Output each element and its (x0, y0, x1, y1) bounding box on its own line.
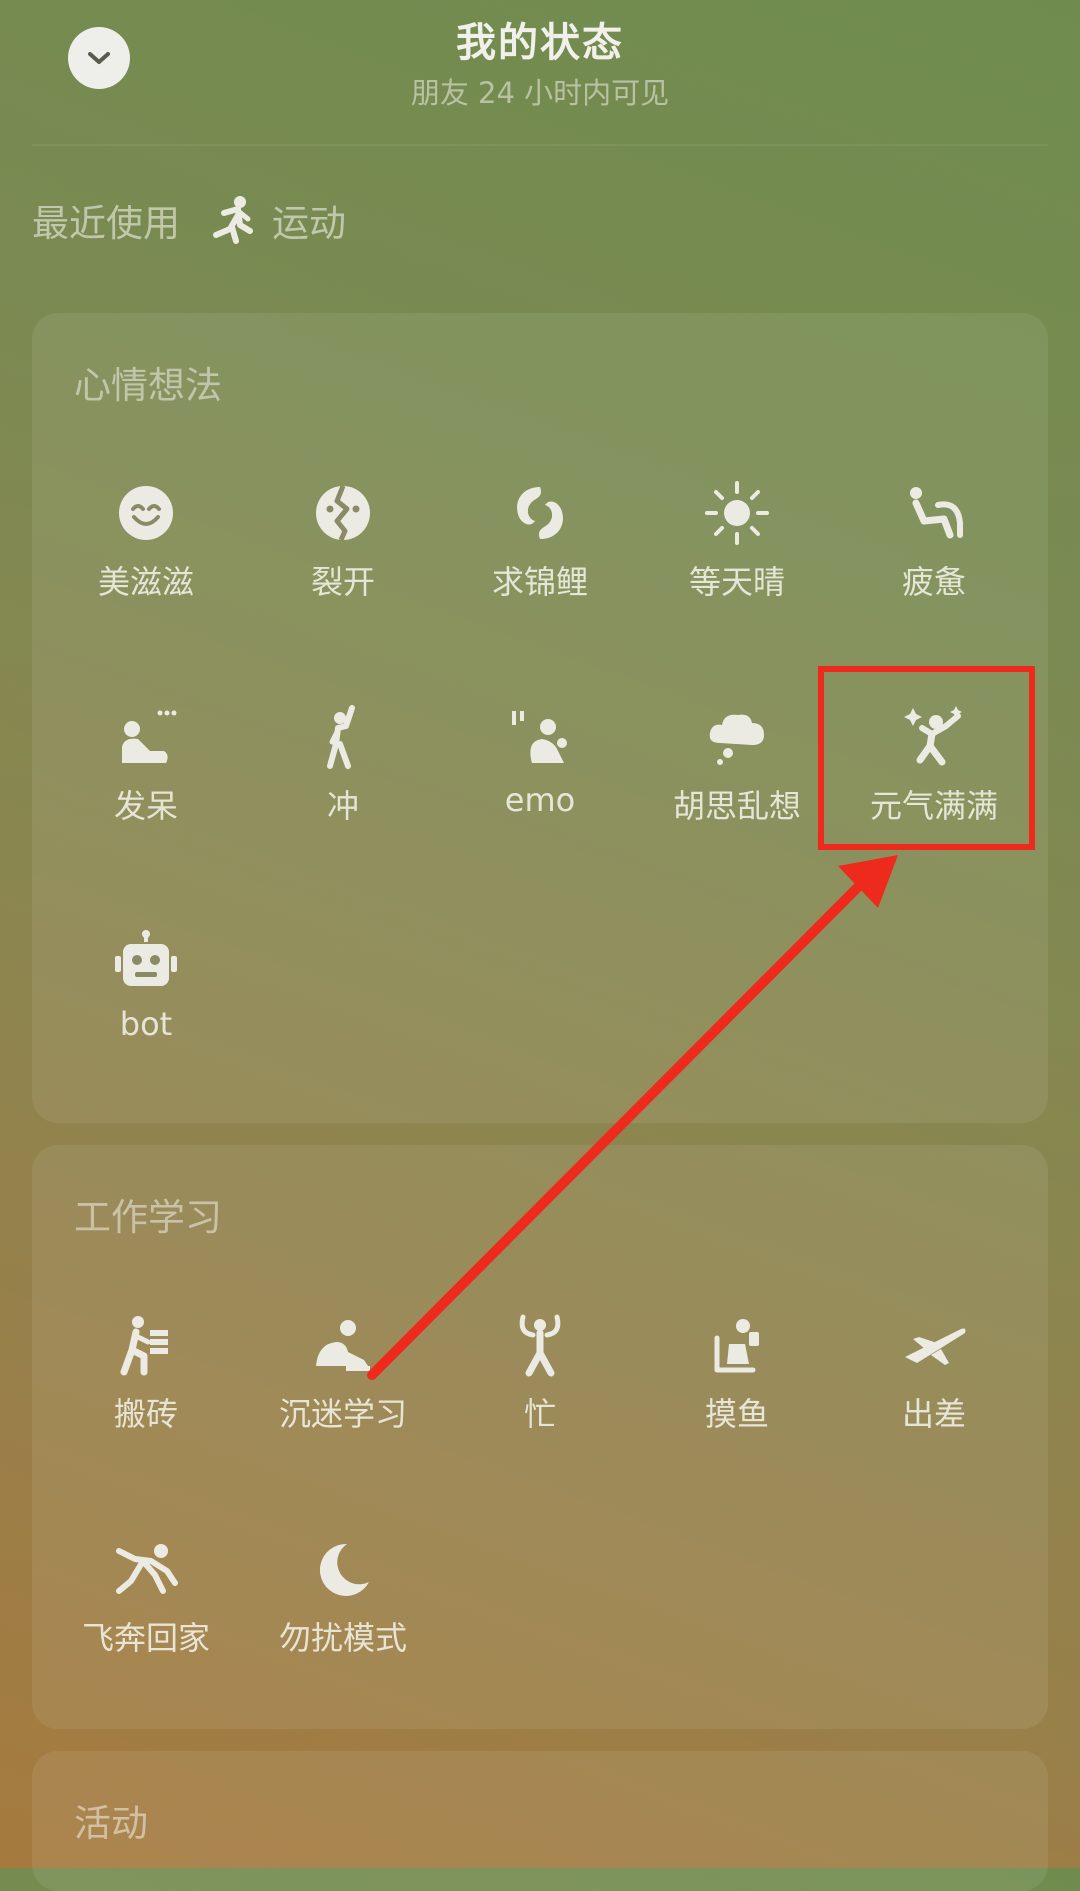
status-item-pibei[interactable]: 疲惫 (839, 473, 1029, 603)
status-label: 沉迷学习 (278, 1395, 407, 1433)
status-item-liekai[interactable]: 裂开 (248, 473, 438, 603)
status-label: 勿扰模式 (278, 1619, 407, 1657)
section-title: 心情想法 (74, 364, 222, 407)
slacking-person-icon (697, 1305, 777, 1385)
status-label: 飞奔回家 (81, 1619, 210, 1657)
status-label: 搬砖 (113, 1395, 178, 1433)
header-divider (32, 144, 1048, 146)
status-label: 胡思乱想 (672, 787, 801, 825)
daze-person-icon (106, 697, 186, 777)
status-item-feibenhuijia[interactable]: 飞奔回家 (51, 1529, 241, 1659)
status-label: 等天晴 (688, 563, 785, 601)
run-home-icon (106, 1529, 186, 1609)
status-label: bot (119, 1005, 173, 1043)
status-item-mang[interactable]: 忙 (445, 1305, 635, 1435)
status-item-dengtianqing[interactable]: 等天晴 (642, 473, 832, 603)
status-item-moyu[interactable]: 摸鱼 (642, 1305, 832, 1435)
status-item-emo[interactable]: emo (445, 697, 635, 819)
thought-cloud-icon (697, 697, 777, 777)
charge-person-icon (303, 697, 383, 777)
page-title: 我的状态 (456, 20, 624, 66)
status-label: 摸鱼 (704, 1395, 769, 1433)
study-person-icon (303, 1305, 383, 1385)
running-icon (210, 195, 256, 245)
emo-person-icon (500, 697, 580, 777)
section-work-study: 工作学习 搬砖 沉迷学习 忙 摸鱼 出差 飞奔回家 勿扰模式 (32, 1145, 1048, 1729)
section-title: 工作学习 (74, 1196, 222, 1239)
recent-item-running[interactable]: 运动 (210, 193, 346, 247)
recent-label: 最近使用 (32, 202, 180, 245)
page-subtitle: 朋友 24 小时内可见 (410, 76, 670, 110)
status-label: emo (504, 781, 576, 819)
cracked-face-icon (303, 473, 383, 553)
moon-icon (303, 1529, 383, 1609)
robot-icon (106, 921, 186, 1001)
status-label: 发呆 (113, 787, 178, 825)
status-label: 疲惫 (901, 563, 966, 601)
status-item-banzhuan[interactable]: 搬砖 (51, 1305, 241, 1435)
airplane-icon (894, 1305, 974, 1385)
annotation-highlight-box (818, 666, 1035, 850)
status-label: 求锦鲤 (491, 563, 588, 601)
status-label: 裂开 (310, 563, 375, 601)
status-label: 忙 (523, 1395, 556, 1433)
status-item-husiluanxiang[interactable]: 胡思乱想 (642, 697, 832, 827)
status-item-wuraomoshi[interactable]: 勿扰模式 (248, 1529, 438, 1659)
busy-person-icon (500, 1305, 580, 1385)
status-label: 冲 (326, 787, 359, 825)
status-label: 出差 (901, 1395, 966, 1433)
status-item-bot[interactable]: bot (51, 921, 241, 1043)
sun-icon (697, 473, 777, 553)
status-item-chong[interactable]: 冲 (248, 697, 438, 827)
carry-bricks-icon (106, 1305, 186, 1385)
section-activity: 活动 (32, 1751, 1048, 1891)
recent-row: 最近使用 运动 (32, 195, 346, 245)
smile-face-icon (106, 473, 186, 553)
status-item-chuchai[interactable]: 出差 (839, 1305, 1029, 1435)
status-item-fadai[interactable]: 发呆 (51, 697, 241, 827)
header: 我的状态 朋友 24 小时内可见 (0, 0, 1080, 146)
status-label: 美滋滋 (97, 563, 194, 601)
section-title: 活动 (74, 1802, 148, 1845)
status-item-qiujinli[interactable]: 求锦鲤 (445, 473, 635, 603)
status-item-meizizi[interactable]: 美滋滋 (51, 473, 241, 603)
status-item-chenmixuexi[interactable]: 沉迷学习 (248, 1305, 438, 1435)
recent-item-label: 运动 (272, 202, 346, 245)
koi-fish-icon (500, 473, 580, 553)
tired-person-icon (894, 473, 974, 553)
